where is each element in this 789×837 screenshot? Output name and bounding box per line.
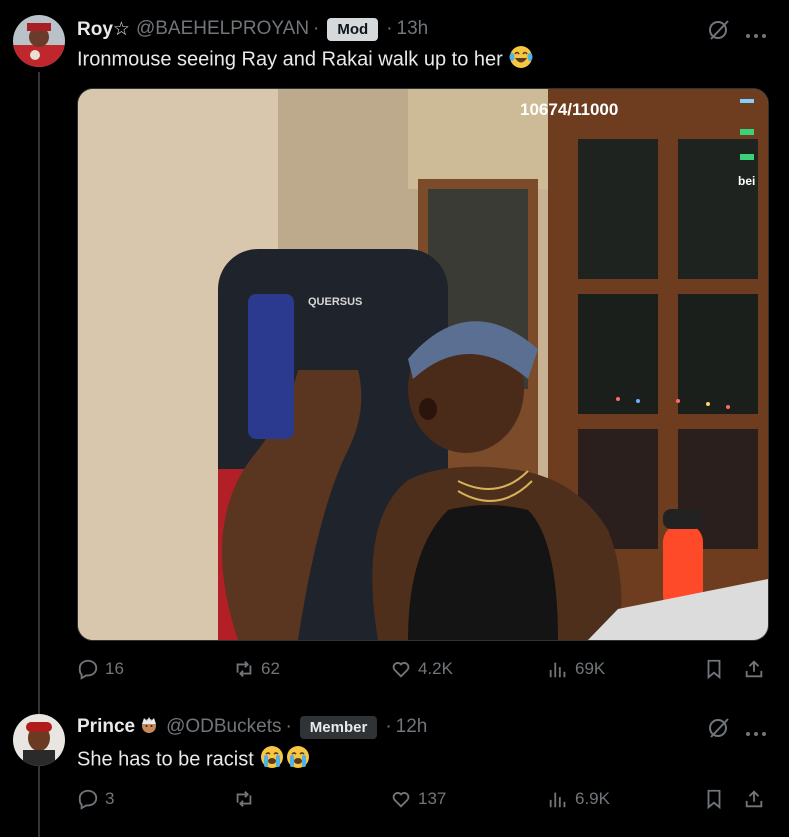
views-icon <box>549 792 566 808</box>
repost-button[interactable] <box>233 788 261 810</box>
timestamp[interactable]: 12h <box>396 716 428 738</box>
display-name[interactable]: Prince <box>77 716 135 738</box>
post-text: Ironmouse seeing Ray and Rakai walk up t… <box>77 44 534 76</box>
like-count: 137 <box>418 789 447 808</box>
avatar-image <box>13 15 65 67</box>
chair-brand: QUERSUS <box>308 296 362 308</box>
like-icon <box>392 662 410 678</box>
reply-count: 3 <box>105 789 115 808</box>
like-button[interactable]: 137 <box>390 788 446 810</box>
bookmark-button[interactable] <box>703 658 731 680</box>
avatar[interactable] <box>13 15 65 67</box>
bookmark-button[interactable] <box>703 788 731 810</box>
member-badge: Member <box>299 715 378 739</box>
post-prince: Prince @ODBuckets · Member · 12h She has… <box>0 700 789 837</box>
views-button[interactable]: 69K <box>547 658 605 680</box>
reply-icon <box>78 659 98 680</box>
handle[interactable]: @BAEHELPROYAN <box>136 18 309 40</box>
repost-count: 62 <box>261 659 280 678</box>
views-button[interactable]: 6.9K <box>547 788 610 810</box>
mod-badge: Mod <box>327 17 379 41</box>
share-button[interactable] <box>743 788 771 810</box>
view-count: 6.9K <box>575 789 610 808</box>
views-icon <box>549 662 566 678</box>
timestamp[interactable]: 13h <box>397 18 429 40</box>
like-count: 4.2K <box>418 659 453 678</box>
reply-button[interactable]: 3 <box>77 788 114 810</box>
laughing-emoji <box>508 44 534 76</box>
display-name[interactable]: Roy☆ <box>77 18 130 41</box>
post-text-content: Ironmouse seeing Ray and Rakai walk up t… <box>77 48 503 71</box>
post-roy: Roy☆ @BAEHELPROYAN · Mod · 13h Ironmouse… <box>0 0 789 700</box>
repost-button[interactable]: 62 <box>233 658 280 680</box>
stream-overlay-side-text: bei <box>738 174 755 188</box>
more-icon[interactable] <box>745 724 767 742</box>
avatar[interactable] <box>13 714 65 766</box>
person-emoji <box>138 714 160 741</box>
handle[interactable]: @ODBuckets <box>166 716 281 738</box>
share-button[interactable] <box>743 658 771 680</box>
crying-emoji <box>285 744 311 776</box>
like-button[interactable]: 4.2K <box>390 658 453 680</box>
separator-dot: · <box>385 716 392 737</box>
avatar-image <box>13 714 65 766</box>
bookmark-icon <box>707 659 721 680</box>
repost-icon <box>236 791 252 807</box>
repost-icon <box>236 661 252 677</box>
post-text-content: She has to be racist <box>77 748 254 771</box>
share-icon <box>745 660 763 678</box>
crying-emoji <box>259 744 285 776</box>
post-text: She has to be racist <box>77 744 311 776</box>
post-media-image[interactable]: QUERSUS 10674/11000 bei <box>77 88 769 641</box>
bookmark-icon <box>707 789 721 810</box>
separator-dot: · <box>386 18 393 39</box>
separator-dot: · <box>313 18 320 39</box>
grok-icon[interactable] <box>707 18 731 47</box>
more-icon[interactable] <box>745 26 767 44</box>
grok-icon[interactable] <box>707 716 731 745</box>
stream-overlay-counter: 10674/11000 <box>520 100 618 119</box>
reply-button[interactable]: 16 <box>77 658 124 680</box>
share-icon <box>745 790 763 808</box>
view-count: 69K <box>575 659 606 678</box>
reply-icon <box>78 789 98 810</box>
post-header: Prince @ODBuckets · Member · 12h <box>77 712 427 742</box>
like-icon <box>392 792 410 808</box>
post-header: Roy☆ @BAEHELPROYAN · Mod · 13h <box>77 14 428 44</box>
reply-count: 16 <box>105 659 124 678</box>
separator-dot: · <box>285 716 292 737</box>
